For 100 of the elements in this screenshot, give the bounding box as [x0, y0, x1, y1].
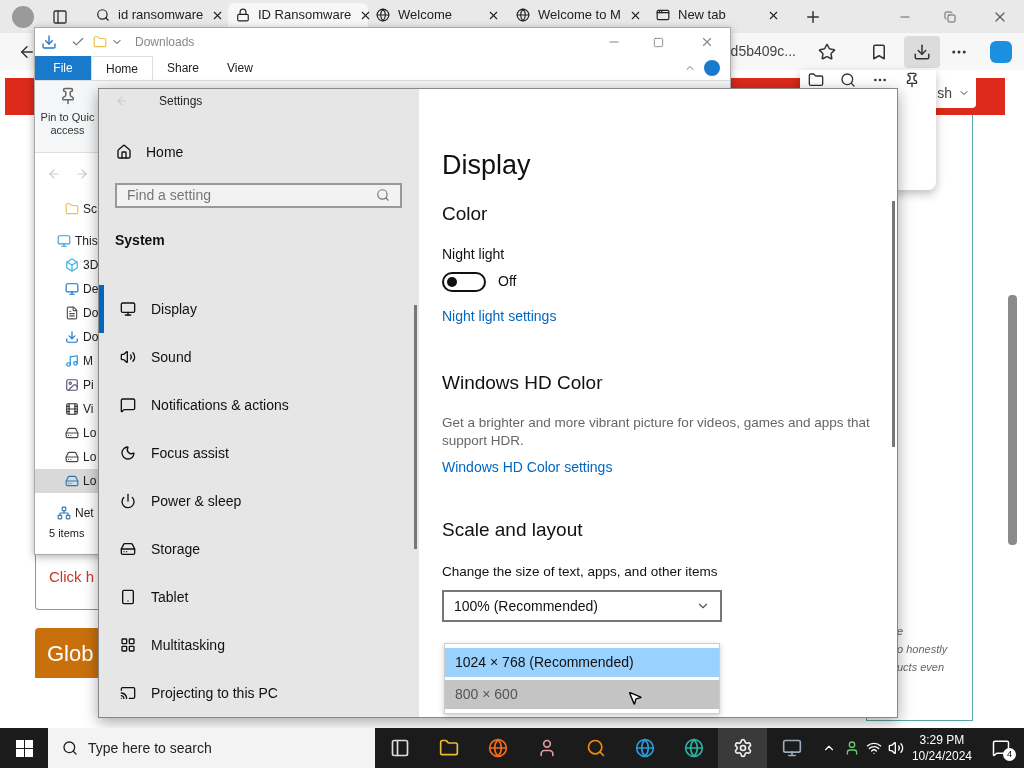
tree-item[interactable]: Net: [35, 501, 98, 525]
scroll-bar[interactable]: [892, 201, 895, 447]
nav-item[interactable]: Notifications & actions: [99, 381, 419, 429]
tree-item[interactable]: This: [35, 229, 98, 253]
resolution-option[interactable]: 800 × 600: [445, 680, 719, 710]
home-item[interactable]: Home: [99, 141, 419, 163]
tree-icon: [57, 506, 71, 520]
ribbon-tab[interactable]: Home: [91, 56, 153, 80]
folder-icon[interactable]: [808, 72, 824, 88]
taskbar-search[interactable]: Type here to search: [48, 728, 375, 768]
clock[interactable]: 3:29 PM 10/24/2024: [911, 732, 972, 764]
tree-item[interactable]: Pi: [35, 373, 98, 397]
browser-tab[interactable]: id ransomware: [88, 3, 228, 27]
nav-item[interactable]: Projecting to this PC: [99, 669, 419, 717]
network-icon[interactable]: [865, 740, 882, 756]
search-input[interactable]: Type here to search: [88, 737, 375, 759]
tab-title: New tab: [678, 6, 727, 25]
tree-icon: [65, 402, 79, 416]
tree-item[interactable]: Lo: [35, 469, 98, 493]
browser-tab[interactable]: Welcome to M: [508, 3, 648, 27]
maximize-icon[interactable]: [653, 36, 664, 48]
notification-icon: [992, 739, 1010, 757]
search-input[interactable]: Find a setting: [127, 184, 376, 206]
globe-icon: [487, 738, 508, 758]
nav-item[interactable]: Sound: [99, 333, 419, 381]
nav-icon: [120, 301, 136, 317]
nav-icon: [120, 637, 136, 653]
description-text: Get a brighter and more vibrant picture for videos, games and apps that support HDR.: [442, 413, 871, 450]
tab-icon: [516, 8, 530, 22]
taskbar-app[interactable]: [718, 728, 767, 768]
pin-button[interactable]: Pin to Quic access: [37, 81, 98, 152]
resolution-option[interactable]: 1024 × 768 (Recommended): [445, 648, 719, 678]
ribbon-tab[interactable]: File: [35, 56, 91, 80]
tree-item[interactable]: Sc: [35, 197, 98, 221]
nav-icon: [120, 541, 136, 557]
link-text[interactable]: Click h: [49, 568, 94, 585]
tree-item[interactable]: 3D: [35, 253, 98, 277]
tree-item[interactable]: Do: [35, 325, 98, 349]
tree-item[interactable]: Lo: [35, 421, 98, 445]
tree-item[interactable]: Lo: [35, 445, 98, 469]
globe-icon: [634, 738, 655, 758]
nav-icon: [120, 589, 136, 605]
banner-title: Glob: [47, 639, 94, 668]
restore-icon[interactable]: [944, 10, 956, 23]
notification-button[interactable]: 4: [986, 733, 1016, 763]
notification-badge: 4: [1003, 748, 1016, 761]
search-icon[interactable]: [840, 72, 856, 88]
ribbon-tab[interactable]: View: [213, 56, 267, 80]
downloads-button[interactable]: [904, 35, 940, 68]
copilot-icon[interactable]: [990, 40, 1012, 63]
scale-dropdown[interactable]: 100% (Recommended): [442, 590, 722, 623]
nav-item[interactable]: Tablet: [99, 573, 419, 621]
search-icon: [585, 738, 606, 758]
star-icon[interactable]: [818, 42, 836, 61]
search-icon: [376, 188, 390, 203]
nav-item[interactable]: Power & sleep: [99, 477, 419, 525]
nav-item[interactable]: Multitasking: [99, 621, 419, 669]
nav-icon: [120, 445, 136, 461]
language-button[interactable]: sh: [936, 78, 976, 108]
favorites-icon[interactable]: [870, 42, 888, 61]
tree-icon: [65, 426, 79, 440]
section-heading: Scale and layout: [442, 517, 584, 542]
tree-icon: [57, 234, 71, 248]
download-icon[interactable]: [41, 34, 57, 50]
status-text: 5 items: [49, 526, 85, 541]
tab-icon: [376, 8, 390, 22]
tree-item[interactable]: M: [35, 349, 98, 373]
browser-tab[interactable]: New tab: [648, 3, 788, 27]
cursor-icon: [627, 689, 643, 707]
browser-tab[interactable]: Welcome: [368, 3, 508, 27]
gear-icon: [732, 738, 753, 758]
help-icon[interactable]: [704, 60, 720, 76]
properties-icon[interactable]: [71, 35, 85, 49]
search-icon: [62, 740, 78, 756]
monitor-icon: [781, 738, 802, 758]
pin-icon[interactable]: [904, 72, 920, 88]
nav-item[interactable]: Storage: [99, 525, 419, 573]
sidebar-icon[interactable]: [52, 8, 68, 25]
scroll-bar[interactable]: [1008, 295, 1017, 545]
ribbon-tab[interactable]: Share: [153, 56, 214, 80]
tab-title: ID Ransomware: [258, 6, 352, 25]
tree-item[interactable]: Vi: [35, 397, 98, 421]
task-view-icon: [389, 738, 410, 758]
tab-icon: [656, 8, 670, 22]
tree-item[interactable]: De: [35, 277, 98, 301]
tree-icon: [65, 202, 79, 216]
section-heading: Color: [442, 201, 489, 226]
scroll-bar[interactable]: [414, 305, 417, 549]
search-field[interactable]: Find a setting: [115, 182, 402, 208]
address-text[interactable]: d5b409c...: [730, 41, 796, 62]
browser-tab[interactable]: ID Ransomware: [228, 3, 368, 27]
volume-icon[interactable]: [887, 740, 904, 756]
toggle-switch[interactable]: [442, 271, 486, 292]
nav-item[interactable]: Focus assist: [99, 429, 419, 477]
globe-icon: [683, 738, 704, 758]
settings-link[interactable]: Night light settings: [442, 306, 557, 327]
tree-item[interactable]: Do: [35, 301, 98, 325]
settings-link[interactable]: Windows HD Color settings: [442, 456, 613, 478]
folder-icon: [438, 738, 459, 758]
download-icon: [913, 42, 931, 61]
